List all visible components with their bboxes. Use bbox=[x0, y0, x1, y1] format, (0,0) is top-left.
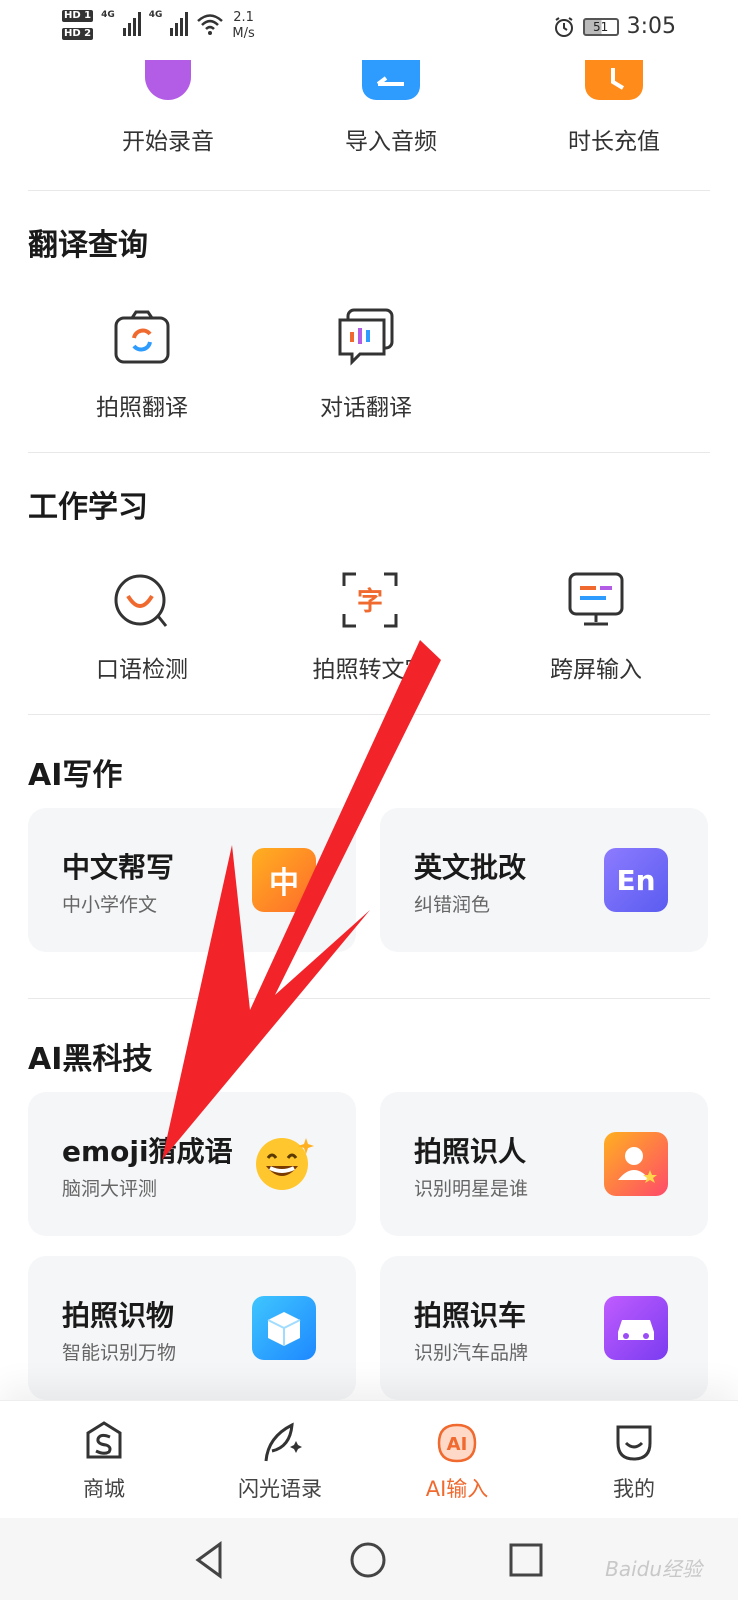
card-subtitle: 中小学作文 bbox=[62, 894, 158, 916]
microphone-icon bbox=[145, 60, 191, 100]
back-icon[interactable] bbox=[188, 1538, 232, 1582]
speed-value: 2.1 bbox=[233, 10, 254, 25]
svg-text:AI: AI bbox=[447, 1434, 468, 1455]
import-audio-icon bbox=[362, 60, 420, 100]
net-speed: 2.1 M/s bbox=[232, 10, 254, 42]
card-title: 拍照识人 bbox=[414, 1135, 527, 1168]
profile-icon bbox=[610, 1417, 658, 1465]
time-recharge-label: 时长充值 bbox=[568, 129, 660, 155]
chinese-char-icon: 中 bbox=[252, 848, 316, 912]
start-recording-label: 开始录音 bbox=[122, 129, 214, 155]
cross-screen-icon bbox=[566, 570, 626, 630]
nav-store-label: 商城 bbox=[83, 1477, 125, 1501]
home-icon[interactable] bbox=[346, 1538, 390, 1582]
card-title: emoji猜成语 bbox=[62, 1135, 233, 1168]
net2-label: 4G bbox=[148, 10, 163, 20]
recents-icon[interactable] bbox=[504, 1538, 548, 1582]
nav-ai-label: AI输入 bbox=[425, 1477, 489, 1501]
english-icon-text: En bbox=[616, 863, 656, 897]
speech-check-button[interactable]: 口语检测 bbox=[42, 570, 242, 684]
signal2-icon bbox=[170, 10, 189, 36]
photo-translate-button[interactable]: 拍照翻译 bbox=[42, 308, 242, 422]
ai-input-icon: AI bbox=[433, 1417, 481, 1465]
net1-label: 4G bbox=[101, 10, 115, 20]
chinese-writing-card[interactable]: 中文帮写 中小学作文 中 bbox=[28, 808, 356, 952]
dialog-translate-button[interactable]: 对话翻译 bbox=[266, 308, 466, 422]
import-audio-button[interactable]: 导入音频 bbox=[311, 60, 471, 156]
section-title-ai-writing: AI写作 bbox=[28, 758, 123, 793]
photo-to-text-button[interactable]: 字 拍照转文字 bbox=[270, 570, 470, 684]
store-icon bbox=[80, 1417, 128, 1465]
dialog-translate-icon bbox=[336, 308, 396, 368]
card-subtitle: 智能识别万物 bbox=[62, 1342, 177, 1364]
system-nav-bar: Baidu经验 bbox=[0, 1518, 738, 1600]
photo-translate-label: 拍照翻译 bbox=[96, 395, 188, 421]
status-right: 51 3:05 bbox=[553, 14, 676, 39]
recording-tools-row: 开始录音 导入音频 时长充值 bbox=[28, 60, 710, 190]
card-title: 拍照识车 bbox=[414, 1299, 527, 1332]
face-recognition-card[interactable]: 拍照识人 识别明星是谁 bbox=[380, 1092, 708, 1236]
hd1-badge: HD 1 bbox=[62, 10, 94, 22]
card-subtitle: 脑洞大评测 bbox=[62, 1178, 158, 1200]
wifi-icon bbox=[197, 14, 224, 35]
nav-store[interactable]: 商城 bbox=[24, 1417, 184, 1503]
car-icon bbox=[604, 1296, 668, 1360]
section-title-translate: 翻译查询 bbox=[28, 228, 148, 263]
clock: 3:05 bbox=[626, 14, 676, 39]
cube-icon bbox=[252, 1296, 316, 1360]
photo-to-text-icon: 字 bbox=[340, 570, 400, 630]
speech-check-label: 口语检测 bbox=[96, 657, 188, 683]
emoji-face-icon bbox=[252, 1132, 316, 1196]
cross-screen-input-button[interactable]: 跨屏输入 bbox=[496, 570, 696, 684]
clock-recharge-icon bbox=[585, 60, 643, 100]
card-title: 中文帮写 bbox=[62, 851, 175, 884]
nav-profile-label: 我的 bbox=[613, 1477, 655, 1501]
person-star-icon bbox=[604, 1132, 668, 1196]
dialog-translate-label: 对话翻译 bbox=[320, 395, 412, 421]
card-subtitle: 识别明星是谁 bbox=[414, 1178, 529, 1200]
chinese-icon-text: 中 bbox=[269, 866, 299, 901]
divider bbox=[28, 714, 710, 715]
feather-icon bbox=[256, 1417, 304, 1465]
divider bbox=[28, 190, 710, 191]
speech-check-icon bbox=[112, 570, 172, 630]
status-left: HD 1 HD 2 4G 4G 2.1 M/s bbox=[62, 10, 255, 42]
section-title-ai-tech: AI黑科技 bbox=[28, 1042, 153, 1077]
svg-text:字: 字 bbox=[357, 586, 383, 617]
divider bbox=[28, 998, 710, 999]
battery-icon: 51 bbox=[582, 17, 619, 36]
emoji-idiom-card[interactable]: emoji猜成语 脑洞大评测 bbox=[28, 1092, 356, 1236]
nav-ai-input[interactable]: AI AI输入 bbox=[377, 1417, 537, 1503]
object-recognition-card[interactable]: 拍照识物 智能识别万物 bbox=[28, 1256, 356, 1400]
section-title-work: 工作学习 bbox=[28, 490, 148, 525]
english-correction-card[interactable]: 英文批改 纠错润色 En bbox=[380, 808, 708, 952]
nav-flash-quotes[interactable]: 闪光语录 bbox=[200, 1417, 360, 1503]
car-recognition-card[interactable]: 拍照识车 识别汽车品牌 bbox=[380, 1256, 708, 1400]
photo-translate-icon bbox=[112, 308, 172, 368]
nav-flash-label: 闪光语录 bbox=[238, 1477, 322, 1501]
hd2-badge: HD 2 bbox=[62, 28, 94, 40]
alarm-icon bbox=[554, 16, 573, 37]
photo-to-text-label: 拍照转文字 bbox=[312, 657, 428, 683]
divider bbox=[28, 452, 710, 453]
card-title: 拍照识物 bbox=[62, 1299, 175, 1332]
watermark: Baidu经验 bbox=[605, 1557, 702, 1581]
card-title: 英文批改 bbox=[414, 851, 527, 884]
card-subtitle: 纠错润色 bbox=[414, 894, 491, 916]
nav-profile[interactable]: 我的 bbox=[554, 1417, 714, 1503]
import-audio-label: 导入音频 bbox=[345, 129, 437, 155]
start-recording-button[interactable]: 开始录音 bbox=[88, 60, 248, 156]
time-recharge-button[interactable]: 时长充值 bbox=[534, 60, 694, 156]
bottom-nav: 商城 闪光语录 AI AI输入 我的 bbox=[0, 1400, 738, 1518]
signal-icon bbox=[122, 10, 141, 36]
cross-screen-label: 跨屏输入 bbox=[550, 657, 642, 683]
english-en-icon: En bbox=[604, 848, 668, 912]
hd-indicators: HD 1 HD 2 bbox=[62, 10, 94, 40]
card-subtitle: 识别汽车品牌 bbox=[414, 1342, 529, 1364]
status-bar: HD 1 HD 2 4G 4G 2.1 M/s 51 3:05 bbox=[0, 0, 738, 60]
speed-unit: M/s bbox=[232, 26, 255, 41]
